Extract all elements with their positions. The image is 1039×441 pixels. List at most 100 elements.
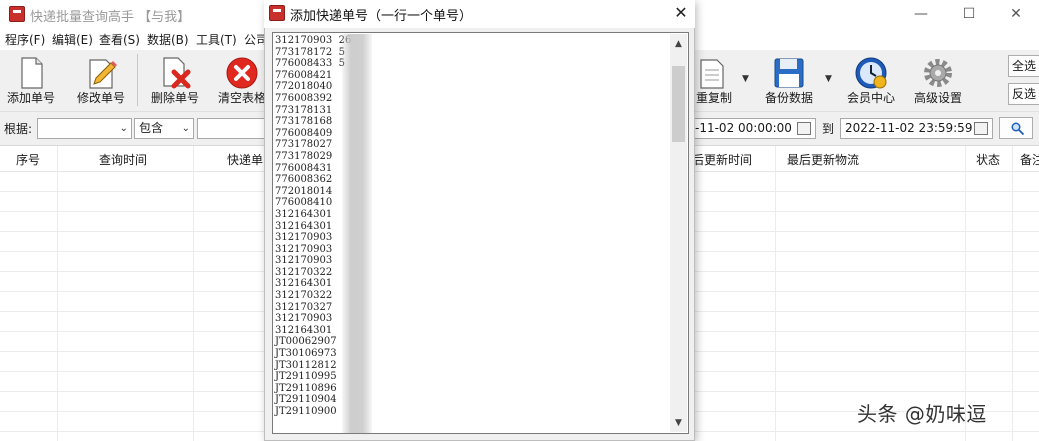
tracking-number-line: 312164301 bbox=[275, 324, 333, 336]
tracking-number-line: JT30106973 bbox=[275, 348, 337, 360]
search-icon bbox=[1011, 122, 1025, 136]
tracking-number-line: 776008392 bbox=[275, 92, 333, 104]
new-document-icon bbox=[21, 57, 43, 89]
copy-button[interactable]: 重复制 bbox=[690, 54, 738, 108]
edit-tracking-label: 修改单号 bbox=[76, 91, 125, 105]
tracking-numbers-textarea[interactable]: 312170903 26 773178172 5 776008433 5 776008… bbox=[272, 32, 689, 434]
menu-view[interactable]: 查看(S) bbox=[99, 31, 140, 48]
menu-data[interactable]: 数据(B) bbox=[147, 31, 189, 48]
menu-tools[interactable]: 工具(T) bbox=[196, 31, 237, 48]
date-to-label: 到 bbox=[822, 122, 835, 136]
menu-edit[interactable]: 编辑(E) bbox=[52, 31, 93, 48]
tracking-number-line: 776008362 bbox=[275, 174, 333, 186]
copy-dropdown-icon[interactable]: ▼ bbox=[742, 74, 752, 84]
advanced-settings-button[interactable]: 高级设置 bbox=[908, 54, 968, 108]
copy-document-icon bbox=[700, 59, 724, 89]
calendar-icon[interactable] bbox=[797, 122, 811, 135]
tracking-number-line: JT00062907 bbox=[275, 336, 337, 348]
add-tracking-button[interactable]: 添加单号 bbox=[4, 54, 58, 108]
column-divider bbox=[1012, 146, 1013, 441]
floppy-disk-icon bbox=[774, 58, 804, 88]
column-header-status[interactable]: 状态 bbox=[976, 151, 1000, 168]
tracking-number-line: 312170903 bbox=[275, 232, 333, 244]
column-divider bbox=[775, 146, 776, 441]
filter-match-value: 包含 bbox=[139, 121, 164, 135]
minimize-button[interactable]: — bbox=[898, 2, 944, 26]
redaction-blur bbox=[342, 34, 372, 433]
delete-tracking-button[interactable]: 删除单号 bbox=[146, 54, 204, 108]
clear-table-button[interactable]: 清空表格 bbox=[214, 54, 270, 108]
filter-by-label: 根据: bbox=[4, 122, 33, 136]
gear-icon bbox=[924, 59, 952, 87]
tracking-number-line: 312170903 26 bbox=[275, 35, 352, 46]
backup-data-label: 备份数据 bbox=[764, 91, 813, 105]
column-header-index[interactable]: 序号 bbox=[16, 151, 40, 168]
tracking-number-line: 772018014 bbox=[275, 185, 333, 197]
member-center-label: 会员中心 bbox=[846, 91, 895, 105]
dialog-close-button[interactable]: ✕ bbox=[667, 2, 695, 24]
tracking-numbers-list: 312170903 26 773178172 5 776008433 5 776008… bbox=[275, 35, 351, 418]
filter-keyword-input[interactable] bbox=[197, 118, 267, 139]
tracking-number-line: 312170903 bbox=[275, 313, 333, 325]
scrollbar-thumb[interactable] bbox=[672, 66, 685, 142]
edit-tracking-button[interactable]: 修改单号 bbox=[72, 54, 130, 108]
column-header-remark[interactable]: 备注 bbox=[1020, 151, 1039, 168]
member-center-button[interactable]: 会员中心 bbox=[842, 54, 900, 108]
date-from-picker[interactable]: -11-02 00:00:00 bbox=[690, 118, 816, 139]
app-logo-icon bbox=[9, 6, 25, 22]
invert-selection-button[interactable]: 反选 bbox=[1008, 83, 1039, 105]
date-from-value: -11-02 00:00:00 bbox=[695, 121, 792, 135]
copy-label: 重复制 bbox=[695, 91, 732, 105]
close-button[interactable]: ✕ bbox=[993, 2, 1039, 26]
scroll-down-icon[interactable]: ▼ bbox=[670, 415, 687, 431]
tracking-number-line: JT29110896 bbox=[275, 382, 337, 394]
date-to-value: 2022-11-02 23:59:59 bbox=[845, 121, 973, 135]
tracking-number-line: 312170322 bbox=[275, 290, 333, 302]
filter-match-select[interactable]: 包含 ⌄ bbox=[134, 118, 194, 139]
column-divider bbox=[57, 146, 58, 441]
calendar-icon[interactable] bbox=[974, 122, 988, 135]
chevron-down-icon: ⌄ bbox=[119, 123, 128, 134]
tracking-number-line: 312170327 bbox=[275, 301, 333, 313]
add-tracking-label: 添加单号 bbox=[6, 91, 55, 105]
delete-document-icon bbox=[163, 57, 191, 89]
column-header-query-time[interactable]: 查询时间 bbox=[99, 151, 147, 168]
search-button[interactable] bbox=[999, 117, 1033, 139]
main-window-title: 快递批量查询高手 【与我】 bbox=[30, 10, 191, 25]
dialog-title: 添加快递单号（一行一个单号） bbox=[290, 9, 473, 24]
tracking-number-line: 312164301 bbox=[275, 208, 333, 220]
tracking-number-line: JT29110900 bbox=[275, 406, 337, 417]
tracking-number-line: 312164301 bbox=[275, 278, 333, 290]
column-divider bbox=[193, 146, 194, 441]
tracking-number-line: 776008433 5 bbox=[275, 58, 345, 70]
tracking-number-line: 773178131 bbox=[275, 104, 333, 116]
clear-table-label: 清空表格 bbox=[218, 91, 267, 105]
menu-program[interactable]: 程序(F) bbox=[5, 31, 45, 48]
scroll-up-icon[interactable]: ▲ bbox=[670, 36, 687, 52]
tracking-number-line: 773178168 bbox=[275, 116, 333, 128]
edit-pencil-icon bbox=[89, 59, 117, 89]
backup-dropdown-icon[interactable]: ▼ bbox=[825, 74, 835, 84]
column-header-last-update-time[interactable]: 后更新时间 bbox=[692, 151, 752, 168]
column-header-tracking-number[interactable]: 快递单 bbox=[227, 151, 263, 168]
tracking-number-line: 773178029 bbox=[275, 150, 333, 162]
tracking-number-line: 773178172 5 bbox=[275, 46, 345, 58]
tracking-number-line: 776008431 bbox=[275, 162, 333, 174]
tracking-number-line: 773178027 bbox=[275, 139, 333, 151]
tracking-number-line: 776008409 bbox=[275, 127, 333, 139]
column-header-last-logistics[interactable]: 最后更新物流 bbox=[787, 151, 859, 168]
delete-tracking-label: 删除单号 bbox=[150, 91, 199, 105]
tracking-number-line: 312170903 bbox=[275, 243, 333, 255]
tracking-number-line: 776008410 bbox=[275, 197, 333, 209]
filter-field-select[interactable]: ⌄ bbox=[37, 118, 132, 139]
date-to-picker[interactable]: 2022-11-02 23:59:59 bbox=[840, 118, 993, 139]
maximize-button[interactable]: ☐ bbox=[946, 2, 992, 26]
tracking-number-line: 776008421 bbox=[275, 69, 333, 81]
advanced-settings-label: 高级设置 bbox=[913, 91, 962, 105]
clear-x-circle-icon bbox=[226, 57, 258, 89]
clock-icon bbox=[855, 57, 887, 89]
tracking-number-line: 312170903 bbox=[275, 255, 333, 267]
select-all-button[interactable]: 全选 bbox=[1008, 55, 1039, 77]
backup-data-button[interactable]: 备份数据 bbox=[760, 54, 818, 108]
dialog-app-icon bbox=[269, 5, 285, 21]
